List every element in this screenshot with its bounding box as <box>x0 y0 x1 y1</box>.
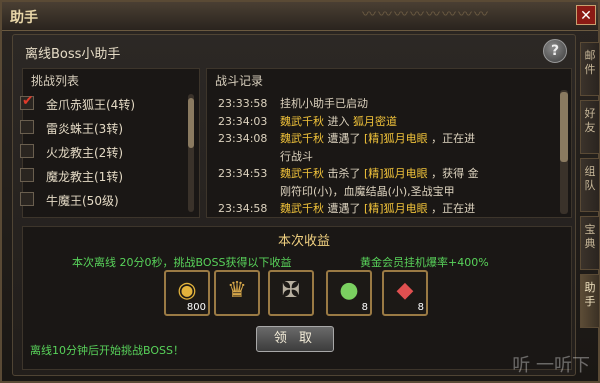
log-row: 行战斗 <box>218 148 313 164</box>
checkmark-icon: ✔ <box>22 93 34 109</box>
log-row: 23:34:08 魏武千秋 遭遇了 [精]狐月电眼 ，正在进 <box>218 130 475 146</box>
log-row: 刚符印(小)，血魔结晶(小),圣战宝甲 <box>218 183 455 199</box>
boss-checkbox[interactable] <box>20 120 34 134</box>
challenge-list-item[interactable]: 魔龙教主(1转) <box>20 166 180 186</box>
tab-friends[interactable]: 好友 <box>580 100 600 154</box>
log-text: 击杀了 <box>324 167 364 180</box>
red-crystal-icon: ◆ <box>396 278 414 303</box>
boss-checkbox[interactable]: ✔ <box>20 93 34 110</box>
log-text: ，获得 金 <box>427 167 479 180</box>
rune-icon: ✠ <box>281 278 301 303</box>
log-text: 进入 <box>324 114 353 128</box>
boss-checkbox[interactable] <box>20 192 34 206</box>
log-text: 狐月密道 <box>353 114 397 128</box>
log-text: 魏武千秋 <box>280 132 324 145</box>
log-text: [精]狐月电眼 <box>364 167 428 180</box>
wing-emblem-icon: ♛ <box>227 278 247 303</box>
tab-handbook[interactable]: 宝典 <box>580 216 600 270</box>
log-text: ，正在进 <box>427 202 476 215</box>
help-button[interactable]: ? <box>543 39 567 63</box>
footer-notice: 离线10分钟后开始挑战BOSS！ <box>30 344 184 357</box>
tab-team[interactable]: 组队 <box>580 158 600 212</box>
boss-label: 牛魔王(50级) <box>46 194 119 208</box>
battle-log-scrollbar[interactable] <box>560 90 568 214</box>
challenge-list-item[interactable]: 火龙教主(2转) <box>20 142 180 162</box>
scroll-thumb[interactable] <box>560 92 568 162</box>
log-time: 23:34:53 <box>218 167 268 180</box>
log-row: 23:34:53 魏武千秋 击杀了 [精]狐月电眼 ，获得 金 <box>218 165 479 181</box>
close-button[interactable]: ✕ <box>576 5 596 25</box>
reward-item[interactable]: ♛ <box>214 270 260 316</box>
boss-label: 火龙教主(2转) <box>46 146 123 160</box>
item-count: 8 <box>417 302 424 313</box>
boss-checkbox[interactable] <box>20 168 34 182</box>
log-time: 23:33:58 <box>218 97 268 110</box>
challenge-list-scrollbar[interactable] <box>188 94 194 212</box>
title-bar[interactable]: 助手 〰〰〰〰〰〰〰〰 ✕ <box>2 2 598 31</box>
dragon-ornament-icon: 〰〰〰〰〰〰〰〰 <box>362 7 490 23</box>
green-orb-icon: ● <box>339 278 359 303</box>
log-text: 遭遇了 <box>324 202 364 215</box>
log-row: 23:33:58 挂机小助手已启动 <box>218 95 368 111</box>
log-text: 行战斗 <box>280 149 313 163</box>
vip-bonus: 黄金会员挂机爆率+400% <box>360 256 489 269</box>
log-text: [精]狐月电眼 <box>364 202 428 215</box>
challenge-list-header: 挑战列表 <box>31 74 80 88</box>
battle-log-header: 战斗记录 <box>215 74 264 88</box>
boss-label: 金爪赤狐王(4转) <box>46 98 135 112</box>
log-time: 23:34:03 <box>218 114 268 128</box>
log-text: 魏武千秋 <box>280 202 324 215</box>
gold-coin-icon: ◉ <box>177 278 197 303</box>
log-row: 23:34:03 魏武千秋 进入 狐月密道 <box>218 113 397 129</box>
assistant-window: 助手 〰〰〰〰〰〰〰〰 ✕ 离线Boss小助手 ? 挑战列表 ✔ 金爪赤狐王(4转… <box>0 0 600 383</box>
log-time: 23:34:58 <box>218 202 268 215</box>
log-text: 魏武千秋 <box>280 167 324 180</box>
item-count: 8 <box>361 302 368 313</box>
reward-item[interactable]: ● 8 <box>326 270 372 316</box>
reward-item[interactable]: ◆ 8 <box>382 270 428 316</box>
watermark: 听 一听下 <box>512 355 590 376</box>
challenge-list-item[interactable]: 雷炎蛛王(3转) <box>20 118 180 138</box>
log-text: 刚符印(小)，血魔结晶(小),圣战宝甲 <box>280 184 455 198</box>
panel-title: 离线Boss小助手 <box>25 47 121 62</box>
reward-item[interactable]: ✠ <box>268 270 314 316</box>
tab-mail[interactable]: 邮件 <box>580 42 600 96</box>
log-text: 挂机小助手已启动 <box>280 97 368 110</box>
boss-checkbox[interactable] <box>20 144 34 158</box>
tab-assistant[interactable]: 助手 <box>580 274 600 328</box>
log-text: 遭遇了 <box>324 132 364 145</box>
log-row: 23:34:58 魏武千秋 遭遇了 [精]狐月电眼 ，正在进 <box>218 200 475 216</box>
window-title: 助手 <box>10 10 38 26</box>
offline-summary: 本次离线 20分0秒，挑战BOSS获得以下收益 <box>72 256 292 269</box>
log-time: 23:34:08 <box>218 132 268 145</box>
log-text: 魏武千秋 <box>280 114 324 128</box>
challenge-list-item[interactable]: ✔ 金爪赤狐王(4转) <box>20 93 180 114</box>
boss-label: 魔龙教主(1转) <box>46 170 123 184</box>
challenge-list-item[interactable]: 牛魔王(50级) <box>20 190 180 210</box>
boss-label: 雷炎蛛王(3转) <box>46 122 123 136</box>
log-text: ，正在进 <box>427 132 476 145</box>
item-count: 800 <box>186 302 206 313</box>
claim-button[interactable]: 领 取 <box>256 326 334 352</box>
rewards-title: 本次收益 <box>277 234 330 249</box>
scroll-thumb[interactable] <box>188 98 194 148</box>
log-text: [精]狐月电眼 <box>364 132 428 145</box>
reward-item[interactable]: ◉ 800 <box>164 270 210 316</box>
